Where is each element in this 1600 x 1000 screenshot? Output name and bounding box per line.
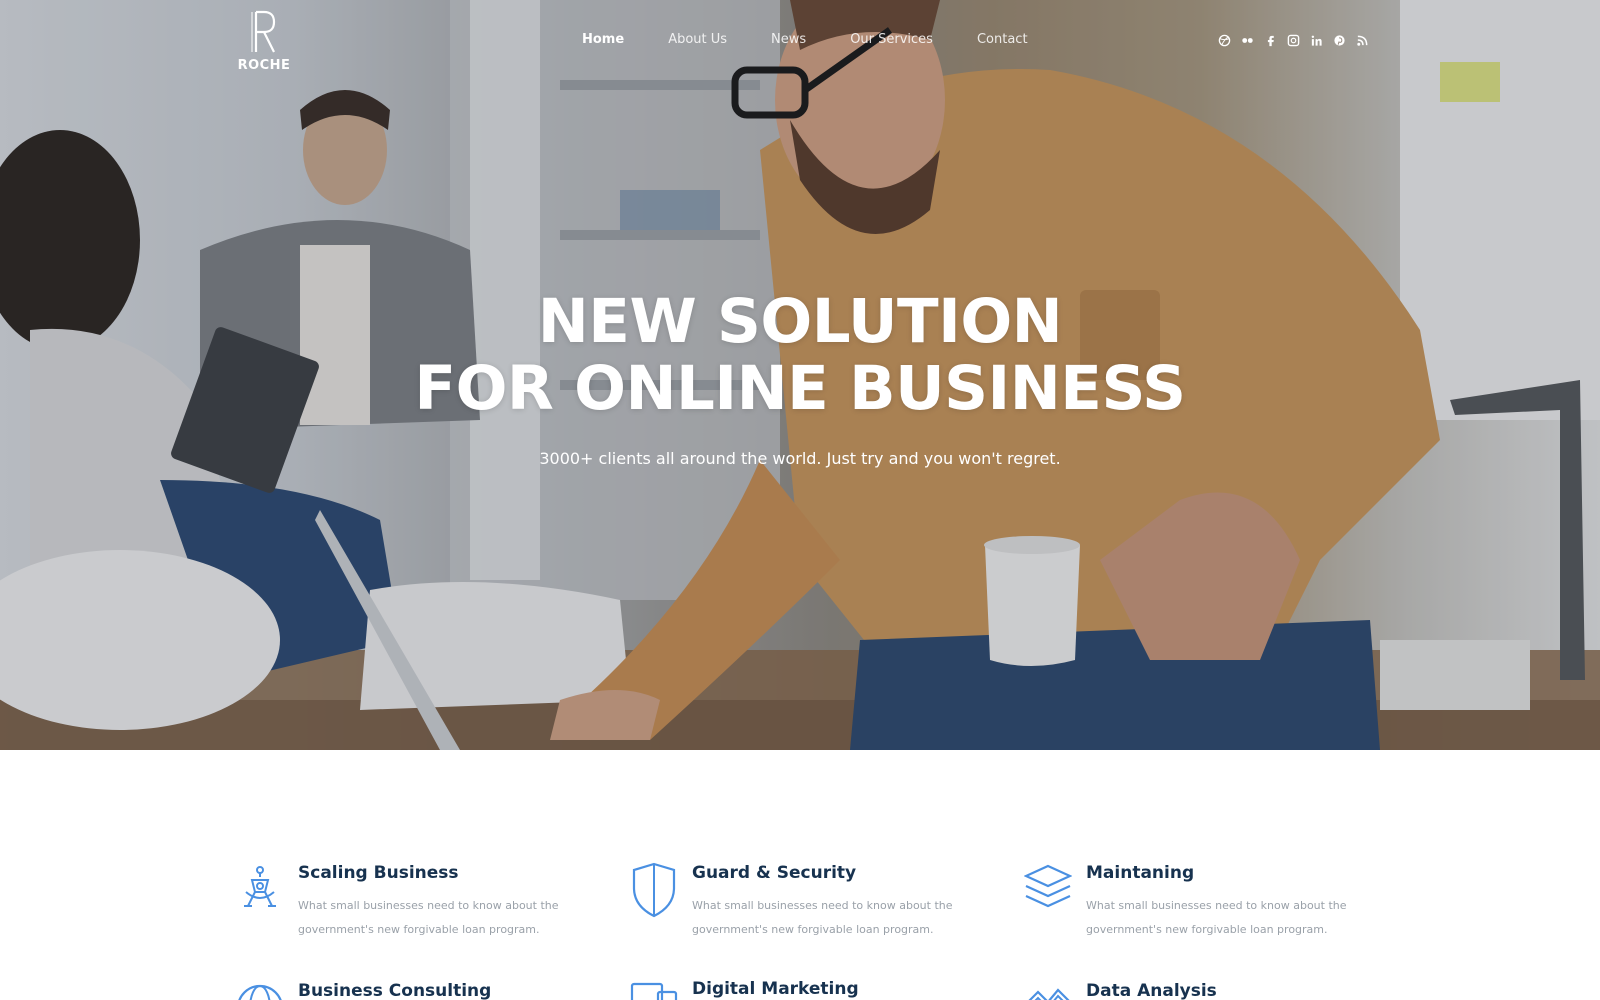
main-nav: Home About Us News Our Services Contact xyxy=(582,30,1072,50)
hero-title: NEW SOLUTION FOR ONLINE BUSINESS xyxy=(0,288,1600,422)
hero-title-line-1: NEW SOLUTION xyxy=(537,286,1063,357)
brand-logo[interactable]: ROCHE xyxy=(236,8,292,78)
nav-about-us[interactable]: About Us xyxy=(668,30,727,50)
feature-description: What small businesses need to know about… xyxy=(692,899,953,936)
hero-subtitle: 3000+ clients all around the world. Just… xyxy=(539,449,1061,468)
feature-title: Data Analysis xyxy=(1086,981,1217,1000)
layers-icon xyxy=(1023,862,1073,920)
nav-our-services[interactable]: Our Services xyxy=(850,30,933,50)
rocket-person-icon xyxy=(236,862,284,920)
monitor-icon xyxy=(630,978,678,1000)
logo-r-icon xyxy=(251,10,276,53)
globe-icon xyxy=(236,980,284,1000)
feature-title: Business Consulting xyxy=(298,981,492,1000)
nav-news[interactable]: News xyxy=(771,30,806,50)
features-section: Scaling Business What small businesses n… xyxy=(0,750,1600,1000)
brand-name: ROCHE xyxy=(237,58,291,73)
feature-title: Digital Marketing xyxy=(692,979,859,999)
chart-icon xyxy=(1024,980,1072,1000)
feature-title: Maintaning xyxy=(1086,863,1195,883)
shield-icon xyxy=(630,862,678,920)
nav-home[interactable]: Home xyxy=(582,30,624,50)
hero-title-line-2: FOR ONLINE BUSINESS xyxy=(414,353,1186,424)
feature-description: What small businesses need to know about… xyxy=(298,899,559,936)
nav-contact[interactable]: Contact xyxy=(977,30,1028,50)
dribbble-icon[interactable] xyxy=(1217,31,1231,49)
feature-description: What small businesses need to know about… xyxy=(1086,899,1347,936)
rss-icon[interactable] xyxy=(1355,31,1369,49)
pinterest-icon[interactable] xyxy=(1332,31,1346,49)
social-links xyxy=(1217,31,1369,49)
feature-title: Guard & Security xyxy=(692,863,857,883)
feature-title: Scaling Business xyxy=(298,863,459,883)
facebook-icon[interactable] xyxy=(1263,31,1277,49)
linkedin-icon[interactable] xyxy=(1309,31,1323,49)
flickr-icon[interactable] xyxy=(1240,31,1254,49)
instagram-icon[interactable] xyxy=(1286,31,1300,49)
hero-section: ROCHE Home About Us News Our Services Co… xyxy=(0,0,1600,750)
